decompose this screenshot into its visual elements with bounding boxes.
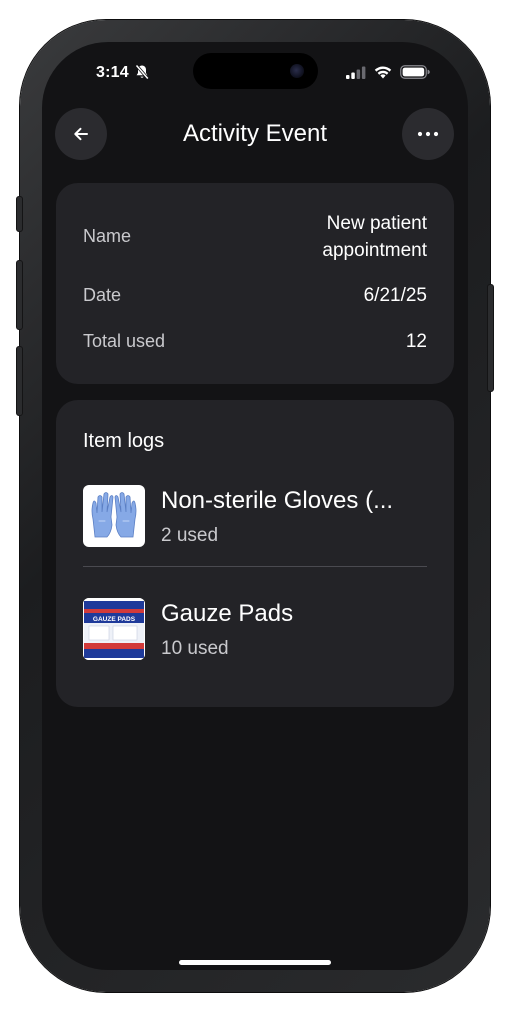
more-options-button[interactable] (402, 108, 454, 160)
item-logs-card: Item logs Non-sterile Gloves (... 2 used (56, 400, 454, 707)
wifi-icon (374, 65, 392, 78)
name-value-line-1: New patient (326, 213, 427, 234)
date-label: Date (83, 285, 122, 305)
total-used-label: Total used (83, 331, 166, 351)
status-time: 3:14 (96, 64, 129, 81)
name-label: Name (83, 226, 132, 246)
battery-icon (400, 65, 430, 79)
event-details-card: Name New patient appointment Date 6/21/2… (56, 183, 454, 384)
item-log-row[interactable]: GAUZE PADS Gauze Pads 10 used (83, 598, 427, 664)
item-logs-title: Item logs (83, 430, 165, 452)
item-name: Gauze Pads (161, 600, 294, 627)
home-indicator[interactable] (179, 960, 331, 965)
camera-icon (290, 64, 304, 78)
gauze-pads-box-icon: GAUZE PADS (83, 598, 145, 660)
dynamic-island (193, 53, 318, 89)
item-used-count: 10 used (161, 638, 229, 659)
bell-slash-icon (135, 64, 149, 80)
item-thumbnail (83, 485, 145, 547)
status-icons (346, 65, 430, 79)
ellipsis-icon (417, 131, 439, 137)
volume-down-button (16, 346, 23, 416)
gloves-icon (91, 492, 137, 538)
item-log-row[interactable]: Non-sterile Gloves (... 2 used (83, 485, 427, 551)
item-name: Non-sterile Gloves (... (161, 487, 394, 514)
name-value-line-2: appointment (322, 240, 427, 261)
item-thumbnail: GAUZE PADS (83, 598, 145, 660)
item-used-count: 2 used (161, 525, 219, 546)
power-button (487, 284, 494, 392)
cellular-signal-icon (346, 66, 366, 79)
item-divider (83, 566, 427, 567)
total-used-value: 12 (405, 331, 427, 352)
volume-up-button (16, 260, 23, 330)
date-value: 6/21/25 (363, 285, 427, 306)
app-screen: 3:14 Activity Event Name New patient app… (42, 42, 468, 970)
gauze-box-label: GAUZE PADS (93, 616, 136, 623)
name-value: New patient appointment (322, 210, 427, 264)
action-button (16, 196, 23, 232)
